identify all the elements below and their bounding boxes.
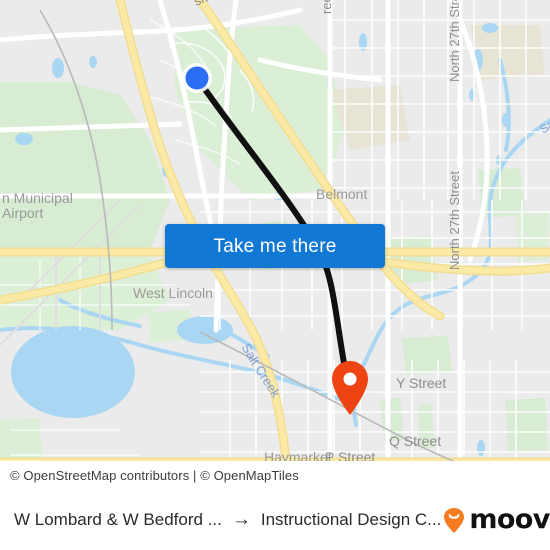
map-label: reet [319,0,334,14]
map-label: West Lincoln [133,285,213,301]
arrow-right-icon: → [231,509,251,530]
map-attribution-bar: © OpenStreetMap contributors | © OpenMap… [0,461,550,489]
map-label: Y Street [396,375,446,391]
map-canvas[interactable]: shWayreetNorth 27th StreetSaltn Municipa… [0,0,550,489]
take-me-there-button[interactable]: Take me there [165,224,385,268]
origin-dot[interactable] [182,63,212,93]
footer-destination-label: Instructional Design C... [260,509,442,529]
map-label: Q Street [389,433,441,449]
map-label: n Municipal [2,190,73,206]
take-me-there-label: Take me there [213,235,337,257]
moovit-wordmark: moovit [469,504,550,535]
attribution-text[interactable]: © OpenStreetMap contributors | © OpenMap… [10,468,299,483]
map-label: North 27th Street [447,171,462,270]
trip-summary-footer: W Lombard & W Bedford ... → Instructiona… [0,489,550,550]
moovit-logo[interactable]: moovit [441,506,550,534]
map-label: Belmont [316,186,367,202]
moovit-trip-map-screen: shWayreetNorth 27th StreetSaltn Municipa… [0,0,550,550]
moovit-pin-icon [444,507,465,533]
map-label: North 27th Street [447,0,462,82]
footer-origin-label: W Lombard & W Bedford ... [14,509,222,529]
map-label: Airport [2,205,43,221]
